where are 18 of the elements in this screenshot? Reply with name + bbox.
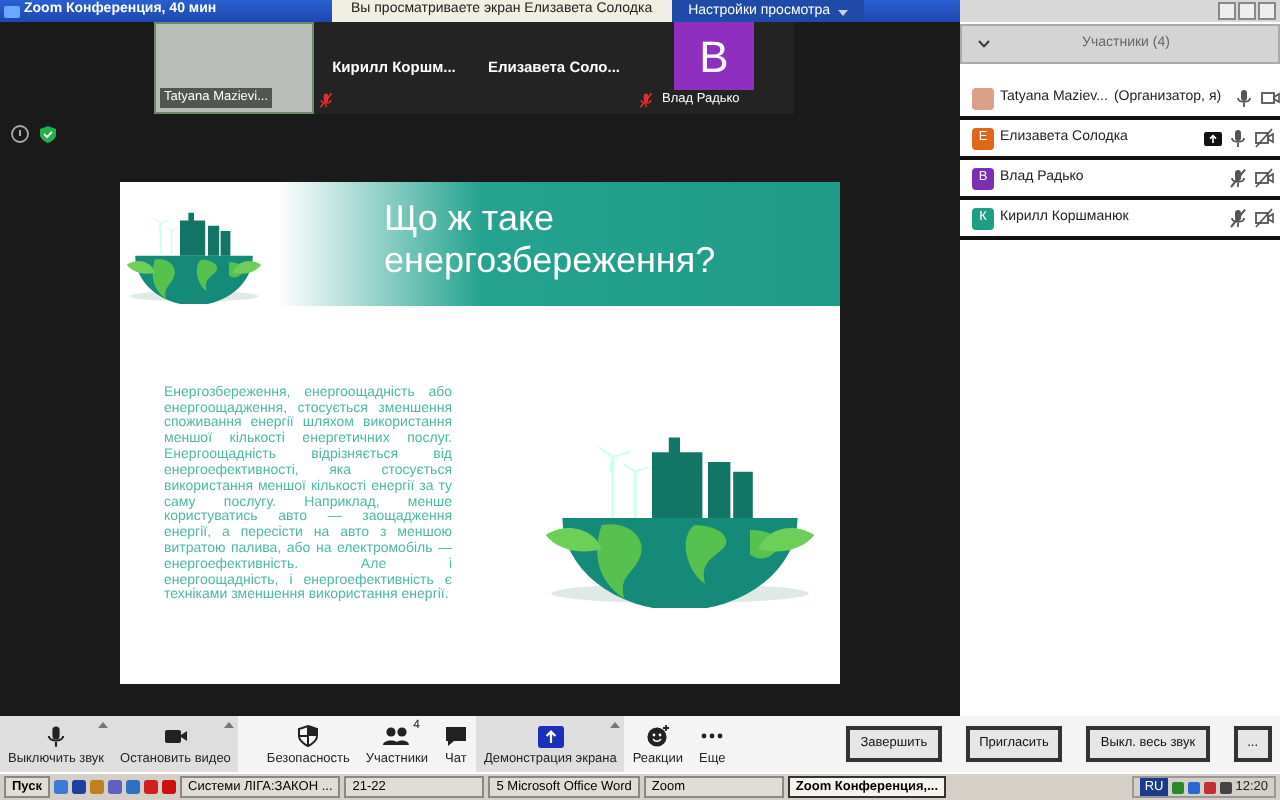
caret-icon (838, 10, 848, 16)
info-icon[interactable] (10, 124, 30, 144)
chevron-icon[interactable] (978, 40, 990, 48)
screen-share-icon (537, 726, 564, 749)
camera-icon (163, 724, 188, 749)
caret-icon[interactable] (98, 722, 109, 728)
shield-icon[interactable] (38, 124, 58, 144)
mic-icon (44, 724, 69, 749)
avatar-initial: B (674, 22, 754, 90)
slide-title: Що ж таке енергозбереження? (382, 196, 718, 284)
caret-icon[interactable] (224, 722, 235, 728)
caret-icon[interactable] (610, 722, 621, 728)
chat-icon (443, 724, 468, 749)
avatar-photo (972, 87, 994, 109)
app-icon (4, 5, 20, 17)
shield-icon (296, 724, 321, 749)
smiley-icon (645, 724, 670, 749)
people-icon (382, 724, 411, 749)
